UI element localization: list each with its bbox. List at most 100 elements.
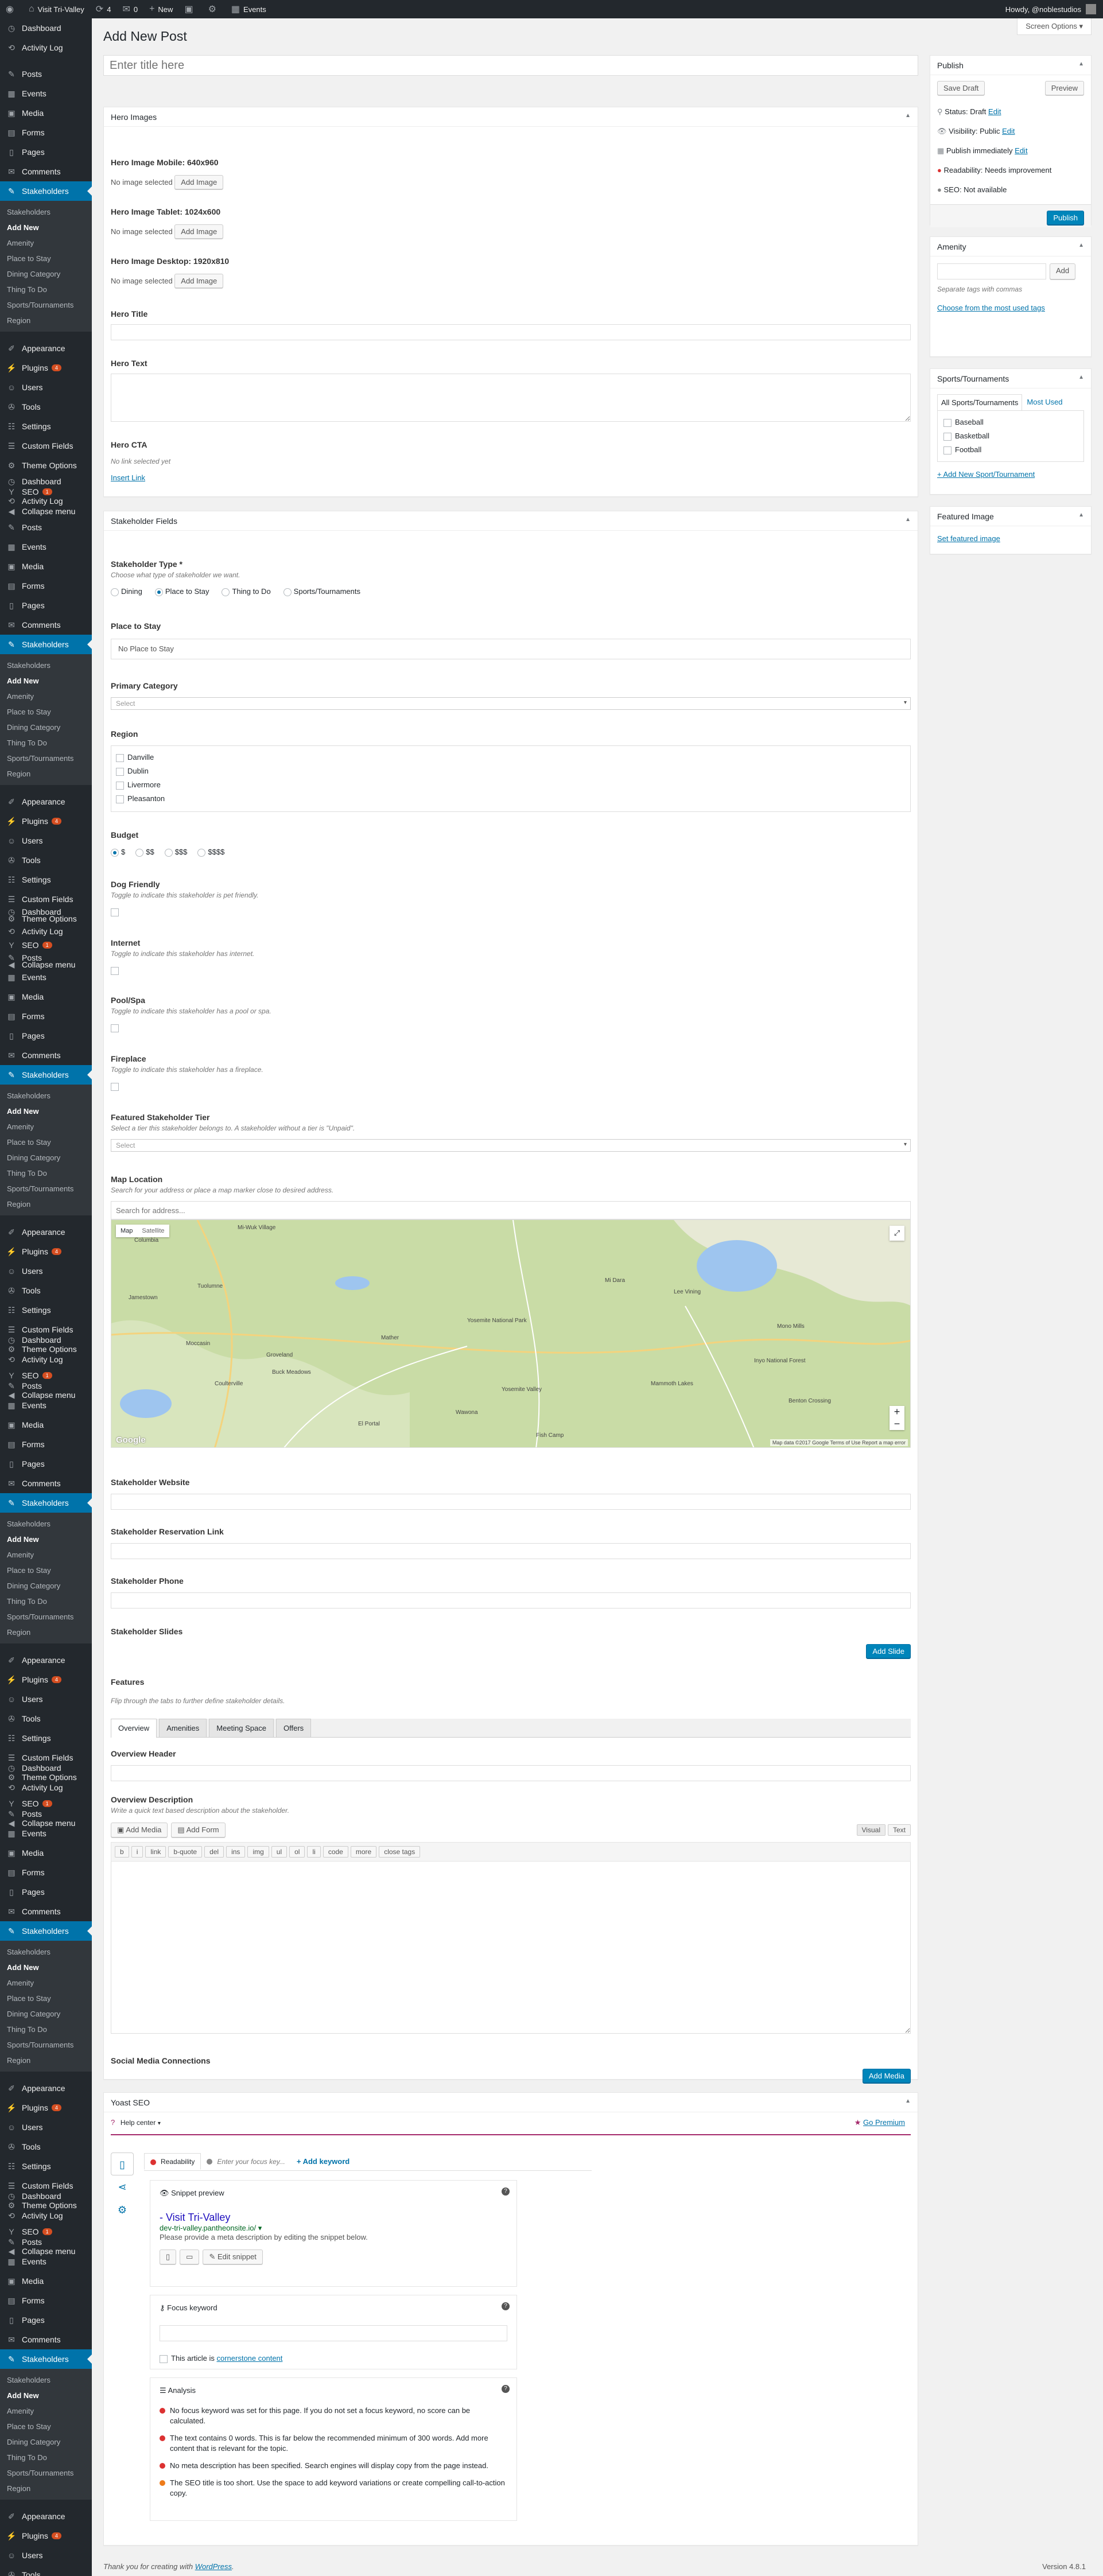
google-map[interactable]: Map Satellite ⤢ + − Columbia Tuolumne Jame… <box>111 1219 911 1448</box>
updates-link[interactable]: ⟳ 4 <box>90 0 117 18</box>
quicktag-more-button[interactable]: more <box>350 1846 377 1858</box>
map-tab-satellite[interactable]: Satellite <box>137 1225 169 1237</box>
submenu-item-dining-category[interactable]: Dining Category <box>0 720 92 735</box>
quicktag-li-button[interactable]: li <box>307 1846 321 1858</box>
quicktag-link-button[interactable]: link <box>145 1846 166 1858</box>
region-checkbox[interactable] <box>116 753 124 762</box>
sports-header[interactable]: Sports/Tournaments ▲ <box>930 369 1091 388</box>
menu-item-comments[interactable]: ✉ Comments <box>0 1474 92 1493</box>
menu-item-forms[interactable]: ▤ Forms <box>0 576 92 596</box>
post-title-input[interactable] <box>103 55 918 76</box>
edit-visibility-link[interactable]: Edit <box>1002 127 1015 135</box>
wp-logo-icon[interactable]: ◉ <box>0 0 23 18</box>
sport-checkbox[interactable] <box>943 418 951 427</box>
quicktag-b-button[interactable]: b <box>115 1846 129 1858</box>
help-question-icon[interactable]: ? <box>502 2385 510 2393</box>
submenu-item-sports-tournaments[interactable]: Sports/Tournaments <box>0 297 92 313</box>
menu-item-forms[interactable]: ▤ Forms <box>0 2291 92 2310</box>
map-tab-map[interactable]: Map <box>116 1225 137 1237</box>
menu-item-events[interactable]: ▦ Events <box>0 1396 92 1415</box>
visual-tab[interactable]: Visual <box>856 1824 885 1836</box>
submenu-item-stakeholders[interactable]: Stakeholders <box>0 1088 92 1104</box>
save-draft-button[interactable]: Save Draft <box>937 81 985 95</box>
internet-checkbox[interactable] <box>111 966 119 975</box>
menu-item-tools[interactable]: ✇ Tools <box>0 2137 92 2157</box>
submenu-item-region[interactable]: Region <box>0 313 92 328</box>
hero-images-header[interactable]: Hero Images ▲ <box>104 107 918 127</box>
menu-item-events[interactable]: ▦ Events <box>0 968 92 987</box>
collapse-arrow-icon[interactable]: ▲ <box>905 2098 911 2104</box>
comments-link[interactable]: ✉ 0 <box>116 0 143 18</box>
events-link[interactable]: ▦ Events <box>226 0 272 18</box>
submenu-item-dining-category[interactable]: Dining Category <box>0 266 92 282</box>
menu-item-users[interactable]: ☺ Users <box>0 2117 92 2137</box>
collapse-arrow-icon[interactable]: ▲ <box>1078 242 1084 248</box>
features-tab-meeting-space[interactable]: Meeting Space <box>209 1719 274 1737</box>
region-checkbox[interactable] <box>116 795 124 803</box>
region-option[interactable]: Livermore <box>116 778 906 792</box>
publish-button[interactable]: Publish <box>1047 211 1084 225</box>
go-premium-link[interactable]: ★ Go Premium <box>855 2118 905 2127</box>
choose-tags-link[interactable]: Choose from the most used tags <box>937 304 1045 312</box>
menu-item-plugins[interactable]: ⚡ Plugins 4 <box>0 1242 92 1261</box>
menu-item-settings[interactable]: ☷ Settings <box>0 870 92 889</box>
menu-item-media[interactable]: ▣ Media <box>0 1843 92 1863</box>
submenu-item-region[interactable]: Region <box>0 766 92 782</box>
submenu-item-add-new[interactable]: Add New <box>0 220 92 235</box>
radio-button[interactable] <box>111 848 119 857</box>
submenu-item-place-to-stay[interactable]: Place to Stay <box>0 1563 92 1578</box>
submenu-item-dining-category[interactable]: Dining Category <box>0 1578 92 1594</box>
phone-input[interactable] <box>111 1592 911 1608</box>
readability-tab[interactable]: Readability <box>144 2153 201 2170</box>
collapse-arrow-icon[interactable]: ▲ <box>905 516 911 523</box>
submenu-item-region[interactable]: Region <box>0 2053 92 2068</box>
radio-button[interactable] <box>135 848 144 857</box>
menu-item-pages[interactable]: ▯ Pages <box>0 1026 92 1046</box>
submenu-item-sports-tournaments[interactable]: Sports/Tournaments <box>0 1181 92 1196</box>
quicktag-ins-button[interactable]: ins <box>226 1846 246 1858</box>
submenu-item-region[interactable]: Region <box>0 1625 92 1640</box>
collapse-arrow-icon[interactable]: ▲ <box>1078 512 1084 518</box>
menu-item-posts[interactable]: ✎ Posts <box>0 1376 92 1396</box>
insert-link[interactable]: Insert Link <box>111 473 145 482</box>
tab-all-sports[interactable]: All Sports/Tournaments <box>937 394 1023 410</box>
radio-button[interactable] <box>283 588 292 596</box>
menu-item-tools[interactable]: ✇ Tools <box>0 1709 92 1728</box>
quicktag-i-button[interactable]: i <box>131 1846 143 1858</box>
submenu-item-dining-category[interactable]: Dining Category <box>0 2434 92 2450</box>
menu-item-posts[interactable]: ✎ Posts <box>0 2232 92 2252</box>
menu-item-forms[interactable]: ▤ Forms <box>0 1435 92 1454</box>
submenu-item-stakeholders[interactable]: Stakeholders <box>0 1944 92 1960</box>
budget-option[interactable]: $$$ <box>164 848 187 857</box>
quicktag-ul-button[interactable]: ul <box>271 1846 288 1858</box>
menu-item-media[interactable]: ▣ Media <box>0 2271 92 2291</box>
analysis-title[interactable]: ☰ Analysis <box>160 2386 507 2395</box>
menu-item-settings[interactable]: ☷ Settings <box>0 1728 92 1748</box>
menu-item-comments[interactable]: ✉ Comments <box>0 1902 92 1921</box>
mobile-view-icon[interactable]: ▯ <box>160 2249 177 2264</box>
website-input[interactable] <box>111 1494 911 1510</box>
menu-item-stakeholders[interactable]: ✎ Stakeholders <box>0 1493 92 1513</box>
menu-item-comments[interactable]: ✉ Comments <box>0 2330 92 2349</box>
zoom-in-button[interactable]: + <box>890 1406 904 1418</box>
quicktag-ol-button[interactable]: ol <box>289 1846 305 1858</box>
menu-item-events[interactable]: ▦ Events <box>0 537 92 557</box>
submenu-item-amenity[interactable]: Amenity <box>0 1975 92 1991</box>
menu-item-dashboard[interactable]: ◷ Dashboard <box>0 18 92 38</box>
stakeholder-type-option[interactable]: Sports/Tournaments <box>283 587 360 596</box>
menu-item-stakeholders[interactable]: ✎ Stakeholders <box>0 635 92 654</box>
submenu-item-sports-tournaments[interactable]: Sports/Tournaments <box>0 2465 92 2481</box>
menu-item-dashboard[interactable]: ◷ Dashboard <box>0 472 92 491</box>
sport-option[interactable]: Football <box>943 443 1078 457</box>
collapse-arrow-icon[interactable]: ▲ <box>905 112 911 119</box>
radio-button[interactable] <box>197 848 206 857</box>
menu-item-appearance[interactable]: ✐ Appearance <box>0 2507 92 2526</box>
quicktag-del-button[interactable]: del <box>204 1846 224 1858</box>
submenu-item-dining-category[interactable]: Dining Category <box>0 1150 92 1165</box>
menu-item-tools[interactable]: ✇ Tools <box>0 1281 92 1300</box>
help-question-icon[interactable]: ? <box>502 2188 510 2196</box>
menu-item-activity-log[interactable]: ⟲ Activity Log <box>0 1778 92 1797</box>
snippet-preview-toggle[interactable]: 👁 Snippet preview <box>160 2189 507 2198</box>
submenu-item-add-new[interactable]: Add New <box>0 673 92 689</box>
submenu-item-thing-to-do[interactable]: Thing To Do <box>0 735 92 751</box>
